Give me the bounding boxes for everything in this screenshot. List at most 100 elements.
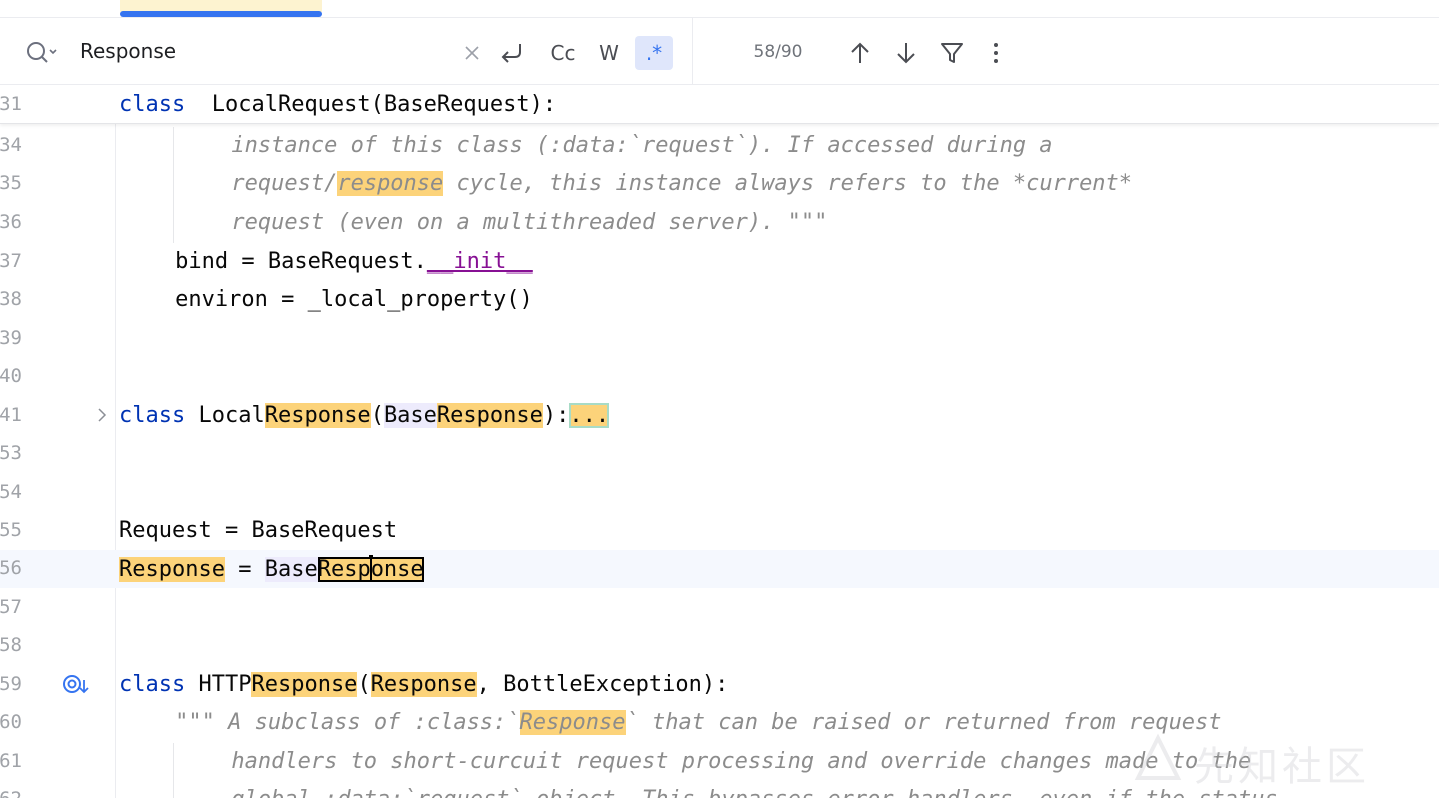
newline-icon[interactable] xyxy=(496,36,528,70)
code-token: global :data:`request` object. This bypa… xyxy=(231,787,1277,798)
close-icon[interactable] xyxy=(458,36,486,70)
code-token: ... xyxy=(569,403,610,428)
line-number: 53 xyxy=(0,442,22,464)
code-text: class LocalResponse(BaseResponse):... xyxy=(119,402,610,430)
line-number: 31 xyxy=(0,93,22,115)
line-number: 34 xyxy=(0,134,22,156)
match-counter: 58/90 xyxy=(753,42,803,62)
line-number: 55 xyxy=(0,519,22,541)
code-token: instance of this class (:data:`request`)… xyxy=(231,133,1053,158)
code-editor[interactable]: 31 class LocalRequest(BaseRequest): 34 inst… xyxy=(0,86,1439,798)
code-line[interactable]: 31 class LocalRequest(BaseRequest): xyxy=(0,86,1439,124)
code-text: class LocalRequest(BaseRequest): xyxy=(119,91,556,119)
arrow-down-icon[interactable] xyxy=(891,36,921,70)
code-text: request/response cycle, this instance al… xyxy=(231,170,1132,198)
code-text: instance of this class (:data:`request`)… xyxy=(231,132,1052,160)
search-match: Response xyxy=(436,403,543,428)
editor-tab-strip xyxy=(0,0,1439,18)
search-match: Response xyxy=(119,557,225,582)
code-line[interactable]: 37 bind = BaseRequest.__init__ xyxy=(0,243,1439,281)
code-line[interactable]: 62 global :data:`request` object. This by… xyxy=(0,781,1439,798)
code-line[interactable]: 38 environ = _local_property() xyxy=(0,281,1439,319)
toolbar-separator xyxy=(692,18,693,85)
line-number: 41 xyxy=(0,404,22,426)
more-vertical-icon[interactable] xyxy=(984,36,1008,70)
code-token: class xyxy=(119,403,186,428)
filter-icon[interactable] xyxy=(937,36,967,70)
code-text: Request = BaseRequest xyxy=(119,517,397,545)
line-number: 38 xyxy=(0,288,22,310)
code-token: ( xyxy=(370,403,384,428)
search-icon[interactable] xyxy=(24,38,58,66)
search-input[interactable] xyxy=(80,37,450,65)
line-number: 62 xyxy=(0,788,22,798)
line-number: 59 xyxy=(0,673,22,695)
code-line[interactable]: 35 request/response cycle, this instance … xyxy=(0,165,1439,203)
code-token: bind = BaseRequest. xyxy=(175,249,427,274)
code-token: , BottleException): xyxy=(476,672,729,697)
code-token: Request = BaseRequest xyxy=(119,518,398,543)
code-line[interactable]: 54 xyxy=(0,474,1439,512)
line-number: 57 xyxy=(0,596,22,618)
indent-guide xyxy=(173,743,174,798)
search-match: Response xyxy=(317,555,424,582)
code-token: ` that can be raised or returned from re… xyxy=(625,710,1222,735)
code-line[interactable]: 58 xyxy=(0,627,1439,665)
code-text: bind = BaseRequest.__init__ xyxy=(175,248,533,276)
code-token: request (even on a multithreaded server)… xyxy=(231,210,828,235)
code-line[interactable]: 61 handlers to short-curcuit request proc… xyxy=(0,743,1439,781)
code-token: class xyxy=(119,672,186,697)
code-text: Response = BaseResponse xyxy=(119,555,424,584)
match-case-toggle[interactable]: Cc xyxy=(544,36,582,70)
line-number: 35 xyxy=(0,172,22,194)
regex-toggle[interactable]: .* xyxy=(635,36,673,70)
line-number: 61 xyxy=(0,750,22,772)
chevron-right-icon[interactable] xyxy=(94,405,110,425)
code-line[interactable]: 53 xyxy=(0,435,1439,473)
code-line[interactable]: 60 """ A subclass of :class:`Response` th… xyxy=(0,704,1439,742)
code-token: class xyxy=(119,92,186,117)
implemented-override-icon[interactable] xyxy=(62,672,92,698)
code-line[interactable]: 36 request (even on a multithreaded serve… xyxy=(0,204,1439,242)
code-token: environ = _local_property() xyxy=(175,287,533,312)
code-token: = xyxy=(224,557,265,582)
code-text: request (even on a multithreaded server)… xyxy=(231,209,827,237)
code-token: HTTP xyxy=(185,672,252,697)
code-text: handlers to short-curcuit request proces… xyxy=(231,748,1251,776)
code-token: Base xyxy=(264,557,318,582)
line-number: 56 xyxy=(0,557,22,579)
code-token: __init__ xyxy=(426,249,533,274)
code-line[interactable]: 34 instance of this class (:data:`request… xyxy=(0,127,1439,165)
code-line[interactable]: 39 xyxy=(0,320,1439,358)
find-bar: Cc W .* 58/90 xyxy=(0,18,1439,85)
code-line[interactable]: 59 class HTTPResponse(Response, BottleExc… xyxy=(0,666,1439,704)
code-line[interactable]: 56 Response = BaseResponse xyxy=(0,550,1439,588)
code-token: Local xyxy=(185,403,265,428)
code-line[interactable]: 41 class LocalResponse(BaseResponse):... xyxy=(0,397,1439,435)
text-caret xyxy=(369,555,372,581)
line-number: 39 xyxy=(0,327,22,349)
code-text: """ A subclass of :class:`Response` that… xyxy=(175,709,1222,737)
search-match: Response xyxy=(519,710,626,735)
code-token: ( xyxy=(357,672,371,697)
line-number: 54 xyxy=(0,481,22,503)
active-tab-indicator xyxy=(120,11,322,17)
search-match: Response xyxy=(370,672,477,697)
code-token: request/ xyxy=(231,171,338,196)
code-line[interactable]: 57 xyxy=(0,589,1439,627)
code-line[interactable]: 40 xyxy=(0,358,1439,396)
code-token: cycle, this instance always refers to th… xyxy=(443,171,1133,196)
code-token: Base xyxy=(383,403,437,428)
code-token: LocalRequest(BaseRequest): xyxy=(185,92,557,117)
code-text: global :data:`request` object. This bypa… xyxy=(231,786,1277,798)
code-token: ): xyxy=(542,403,570,428)
line-number: 58 xyxy=(0,634,22,656)
arrow-up-icon[interactable] xyxy=(845,36,875,70)
line-number: 40 xyxy=(0,365,22,387)
code-token: """ A subclass of :class:` xyxy=(175,710,520,735)
whole-words-toggle[interactable]: W xyxy=(592,36,626,70)
code-text: environ = _local_property() xyxy=(175,286,533,314)
line-number: 36 xyxy=(0,211,22,233)
line-number: 37 xyxy=(0,250,22,272)
code-line[interactable]: 55 Request = BaseRequest xyxy=(0,512,1439,550)
